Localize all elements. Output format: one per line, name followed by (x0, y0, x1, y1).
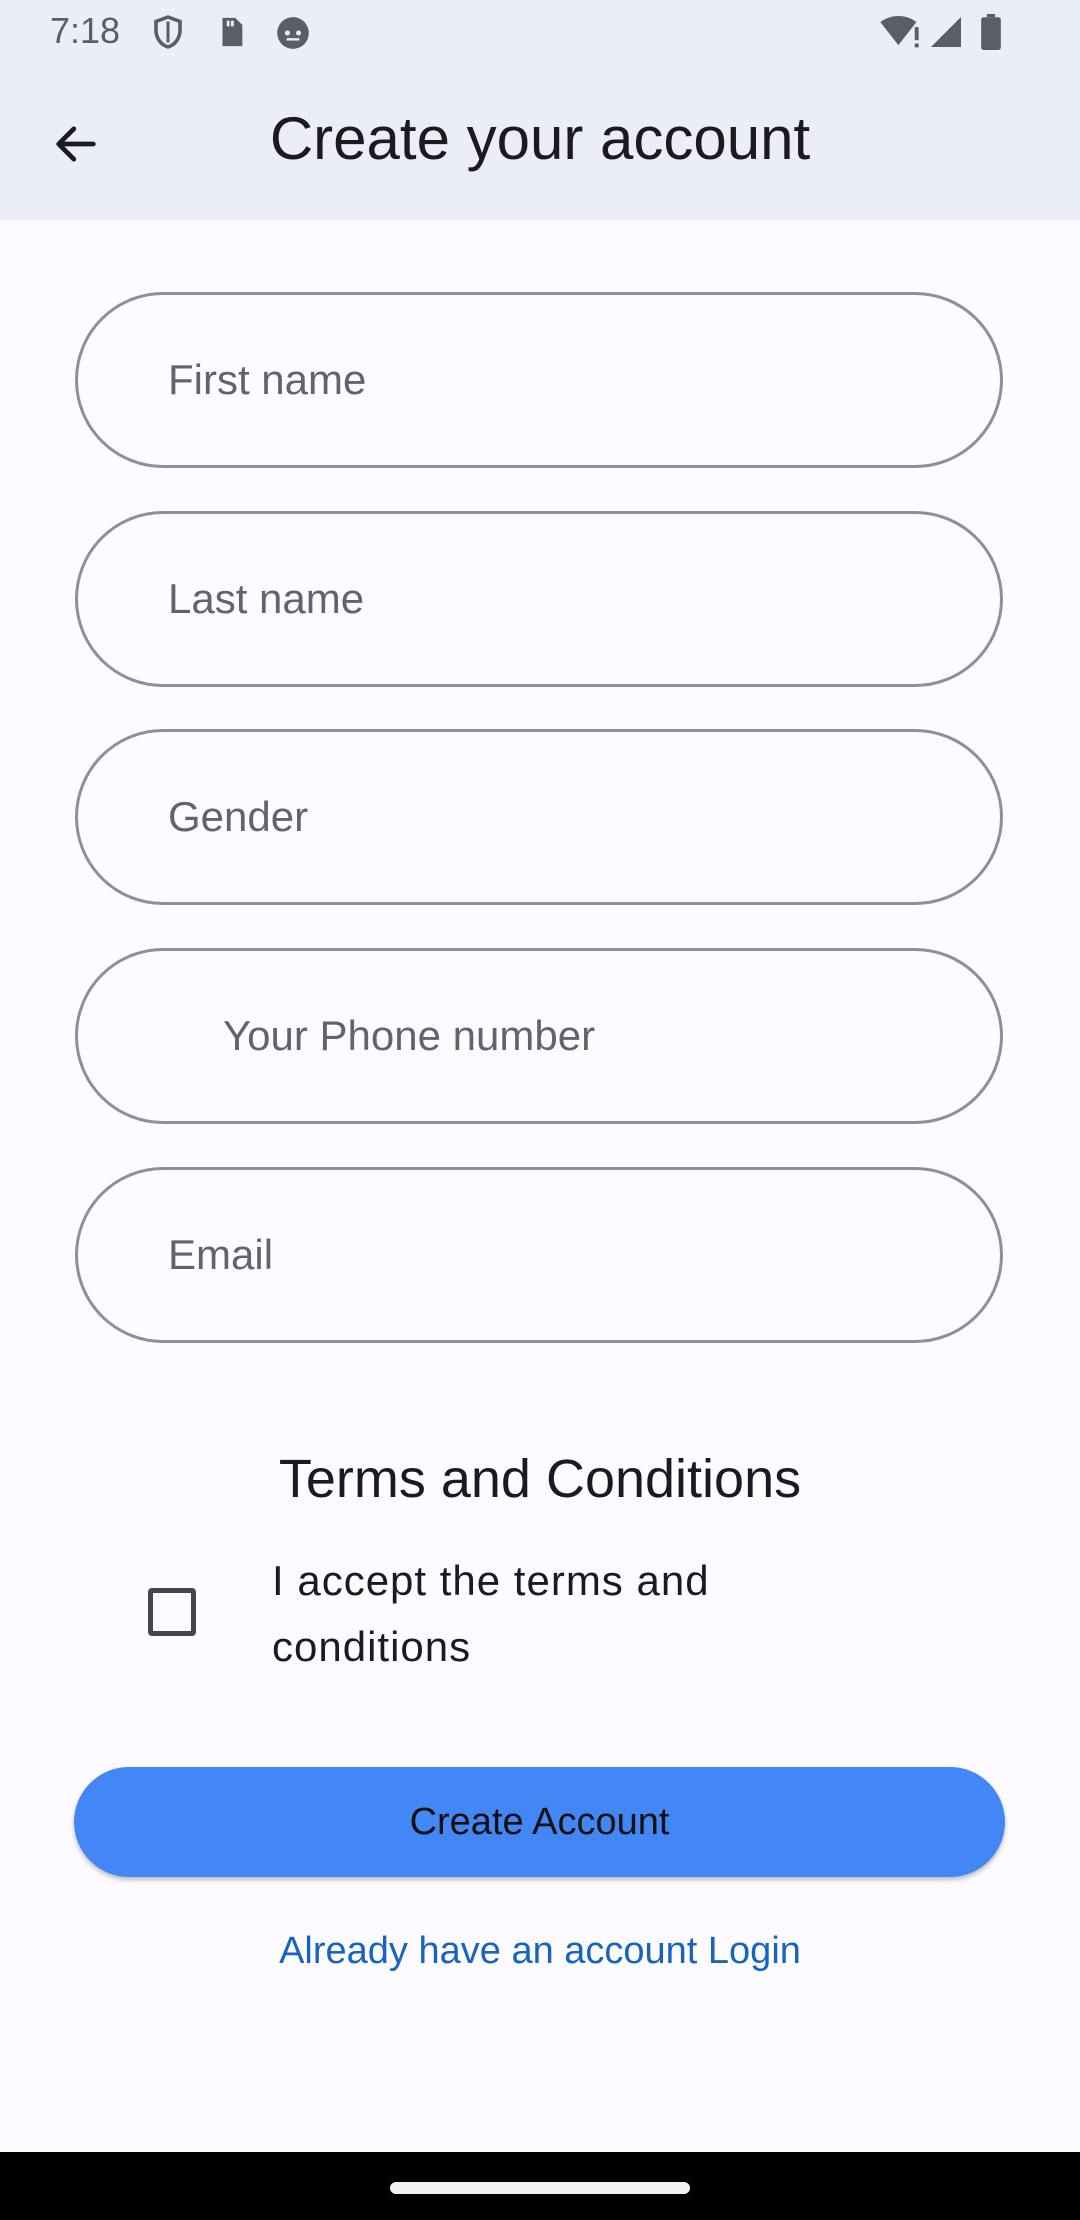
app-bar: Create your account (0, 64, 1080, 220)
login-link[interactable]: Already have an account Login (0, 1930, 1080, 1973)
phone-placeholder: Your Phone number (223, 1012, 596, 1059)
terms-title: Terms and Conditions (278, 1449, 802, 1509)
last-name-field[interactable]: Last name (75, 511, 1003, 687)
shield-icon (150, 14, 186, 55)
create-account-button[interactable]: Create Account (74, 1767, 1005, 1877)
cell-signal-icon (928, 14, 964, 55)
last-name-placeholder: Last name (168, 575, 365, 622)
email-placeholder: Email (168, 1231, 274, 1278)
home-handle[interactable] (390, 2182, 690, 2194)
page-title: Create your account (269, 105, 811, 172)
terms-accept-label: I accept the terms and conditions (272, 1557, 710, 1670)
wifi-alert-icon (878, 14, 922, 55)
phone-field[interactable]: Your Phone number (75, 948, 1003, 1124)
gender-field[interactable]: Gender (75, 729, 1003, 905)
status-bar: 7:18 (0, 0, 1080, 64)
gender-placeholder: Gender (168, 793, 309, 840)
sd-card-icon (214, 14, 248, 55)
status-time: 7:18 (50, 10, 121, 51)
email-field[interactable]: Email (75, 1167, 1003, 1343)
android-robot-icon (274, 14, 312, 57)
first-name-placeholder: First name (168, 356, 367, 403)
terms-checkbox[interactable] (148, 1588, 196, 1636)
first-name-field[interactable]: First name (75, 292, 1003, 468)
system-navigation-bar (0, 2152, 1080, 2220)
battery-icon (980, 14, 1002, 55)
